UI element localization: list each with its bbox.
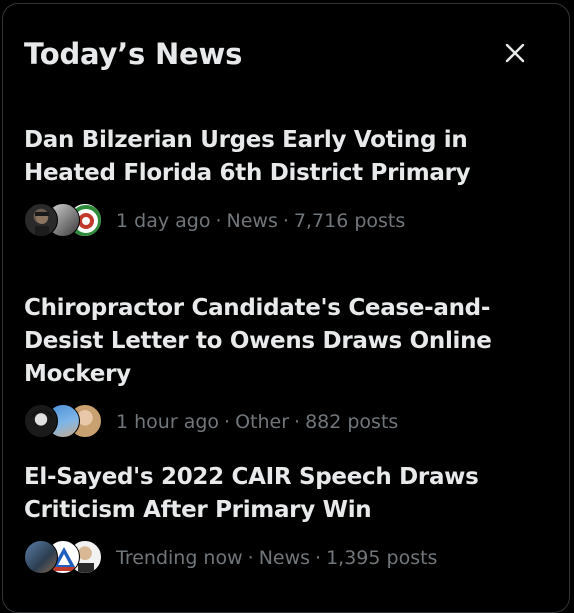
news-meta: 1 day ago · News · 7,716 posts xyxy=(24,203,554,239)
meta-separator: · xyxy=(215,210,222,232)
news-category: Other xyxy=(235,411,290,433)
news-post-count: 7,716 posts xyxy=(293,210,406,232)
news-category: News xyxy=(258,547,311,569)
news-time: 1 day ago xyxy=(116,210,211,232)
news-item[interactable]: Dan Bilzerian Urges Early Voting in Heat… xyxy=(24,124,554,239)
close-icon xyxy=(505,43,525,63)
avatar-stack xyxy=(24,404,102,440)
news-category: News xyxy=(226,210,278,232)
news-meta-text: 1 day ago · News · 7,716 posts xyxy=(116,210,405,232)
news-meta-text: Trending now · News · 1,395 posts xyxy=(116,547,437,569)
news-meta: 1 hour ago · Other · 882 posts xyxy=(24,404,554,440)
meta-separator: · xyxy=(282,210,289,232)
panel-title: Today’s News xyxy=(24,37,243,71)
meta-separator: · xyxy=(224,411,231,433)
avatar-stack xyxy=(24,540,102,576)
news-time: 1 hour ago xyxy=(116,411,220,433)
news-item[interactable]: El-Sayed's 2022 CAIR Speech Draws Critic… xyxy=(24,461,554,576)
avatar-stack xyxy=(24,203,102,239)
news-meta-text: 1 hour ago · Other · 882 posts xyxy=(116,411,398,433)
meta-separator: · xyxy=(315,547,322,569)
news-meta: Trending now · News · 1,395 posts xyxy=(24,540,554,576)
meta-separator: · xyxy=(294,411,301,433)
close-button[interactable] xyxy=(498,36,532,70)
news-item[interactable]: Chiropractor Candidate's Cease-and-Desis… xyxy=(24,292,554,440)
news-time: Trending now xyxy=(116,547,243,569)
avatar xyxy=(24,540,58,574)
meta-separator: · xyxy=(247,547,254,569)
news-headline[interactable]: Dan Bilzerian Urges Early Voting in Heat… xyxy=(24,124,554,190)
news-post-count: 882 posts xyxy=(305,411,399,433)
news-post-count: 1,395 posts xyxy=(326,547,438,569)
todays-news-panel: Today’s News Dan Bilzerian Urges Early V… xyxy=(2,3,570,613)
avatar xyxy=(24,203,58,237)
news-headline[interactable]: El-Sayed's 2022 CAIR Speech Draws Critic… xyxy=(24,461,554,527)
avatar xyxy=(24,404,58,438)
news-headline[interactable]: Chiropractor Candidate's Cease-and-Desis… xyxy=(24,292,554,391)
panel-header: Today’s News xyxy=(24,34,549,74)
